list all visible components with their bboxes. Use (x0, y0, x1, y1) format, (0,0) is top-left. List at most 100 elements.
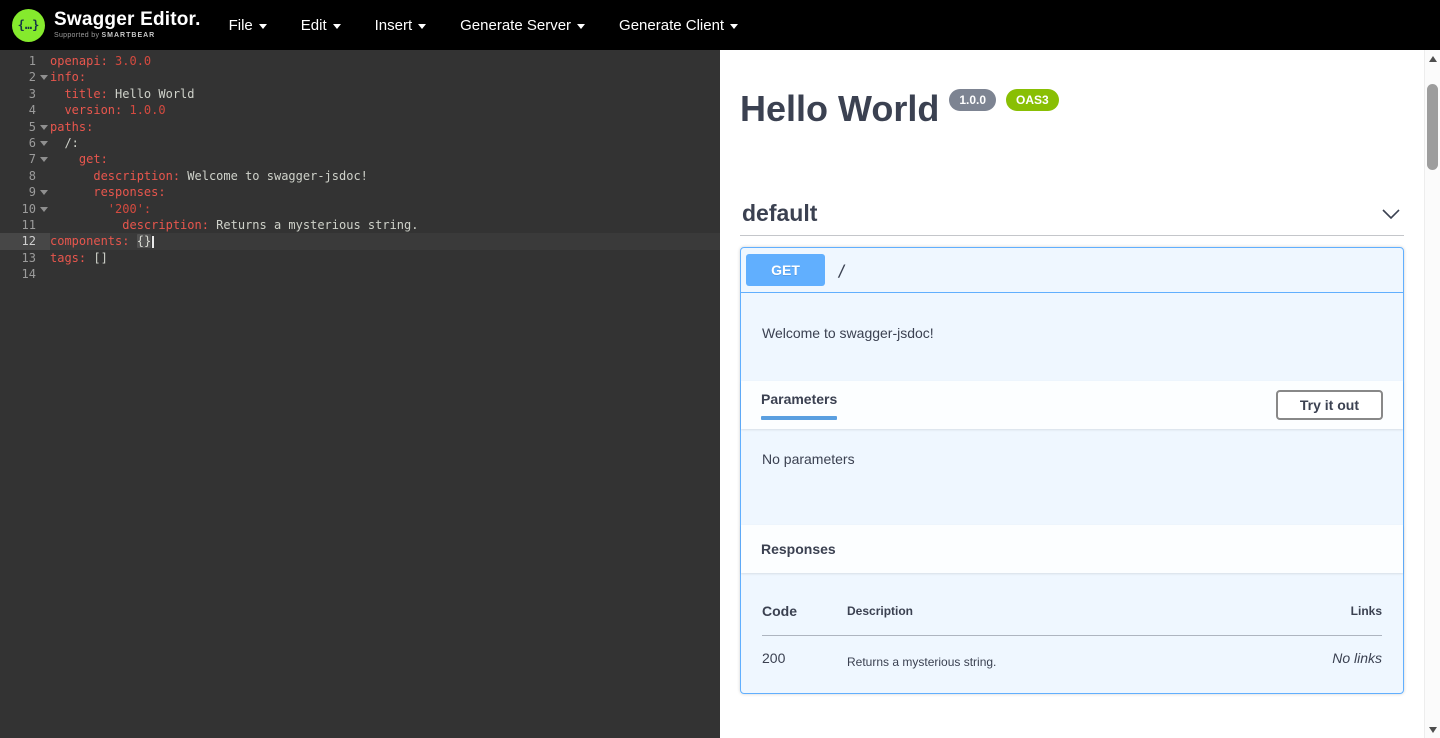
opblock-summary[interactable]: GET / (741, 248, 1403, 293)
line-number: 13 (0, 250, 50, 266)
code-text: openapi: 3.0.0 (50, 53, 151, 69)
line-number: 12 (0, 233, 50, 249)
code-text: components: {} (50, 233, 154, 249)
triangle-up-icon (1429, 56, 1437, 62)
editor-line-13[interactable]: 13tags: [] (0, 250, 720, 266)
parameters-section-header: Parameters Try it out (741, 381, 1403, 429)
responses-body: Code Description Links 200Returns a myst… (741, 573, 1403, 693)
caret-down-icon (418, 24, 426, 29)
responses-header-description: Description (847, 593, 1262, 636)
yaml-editor[interactable]: 1openapi: 3.0.02info:3 title: Hello Worl… (0, 50, 720, 738)
line-number: 14 (0, 266, 50, 282)
editor-line-9[interactable]: 9 responses: (0, 184, 720, 200)
line-number: 2 (0, 69, 50, 85)
fold-arrow-icon[interactable] (40, 75, 48, 80)
fold-arrow-icon[interactable] (40, 207, 48, 212)
fold-arrow-icon[interactable] (40, 125, 48, 130)
line-number: 11 (0, 217, 50, 233)
code-text: get: (50, 151, 108, 167)
caret-down-icon (730, 24, 738, 29)
editor-line-12[interactable]: 12components: {} (0, 233, 720, 249)
responses-title: Responses (761, 541, 836, 557)
scrollbar[interactable] (1424, 50, 1440, 738)
brand[interactable]: {…} Swagger Editor. Supported by SMARTBE… (12, 9, 201, 42)
menu-edit[interactable]: Edit (301, 17, 341, 34)
smartbear-label: SMARTBEAR (102, 32, 156, 39)
menu-insert[interactable]: Insert (375, 17, 427, 34)
menu-label: Edit (301, 17, 327, 34)
response-code: 200 (762, 636, 847, 670)
code-text: responses: (50, 184, 166, 200)
version-badge: 1.0.0 (949, 89, 996, 111)
menu-label: Generate Client (619, 17, 724, 34)
line-number: 5 (0, 119, 50, 135)
responses-header-links: Links (1262, 593, 1382, 636)
tag-section-header[interactable]: default (740, 194, 1404, 236)
brand-title: Swagger Editor. (54, 10, 201, 30)
brand-subtitle: Supported by SMARTBEAR (54, 32, 201, 39)
code-text: info: (50, 69, 86, 85)
line-number: 10 (0, 201, 50, 217)
editor-line-5[interactable]: 5paths: (0, 119, 720, 135)
editor-line-2[interactable]: 2info: (0, 69, 720, 85)
try-it-out-button[interactable]: Try it out (1276, 390, 1383, 420)
editor-line-6[interactable]: 6 /: (0, 135, 720, 151)
response-row: 200Returns a mysterious string.No links (762, 636, 1382, 670)
caret-down-icon (259, 24, 267, 29)
responses-section-header: Responses (741, 525, 1403, 573)
text-cursor (152, 236, 154, 248)
menu-generate-server[interactable]: Generate Server (460, 17, 585, 34)
line-number: 9 (0, 184, 50, 200)
fold-arrow-icon[interactable] (40, 190, 48, 195)
opblock-get: GET / Welcome to swagger-jsdoc! Paramete… (740, 247, 1404, 694)
brand-text: Swagger Editor. Supported by SMARTBEAR (54, 10, 201, 39)
code-text: title: Hello World (50, 86, 195, 102)
chevron-down-icon[interactable] (1380, 203, 1402, 225)
operation-path: / (837, 261, 847, 280)
response-description: Returns a mysterious string. (847, 636, 1262, 670)
code-text: /: (50, 135, 79, 151)
menu-label: File (229, 17, 253, 34)
operation-description: Welcome to swagger-jsdoc! (741, 293, 1403, 381)
editor-line-10[interactable]: 10 '200': (0, 201, 720, 217)
editor-line-1[interactable]: 1openapi: 3.0.0 (0, 53, 720, 69)
topbar: {…} Swagger Editor. Supported by SMARTBE… (0, 0, 1440, 50)
code-text: description: Returns a mysterious string… (50, 217, 418, 233)
editor-line-4[interactable]: 4 version: 1.0.0 (0, 102, 720, 118)
code-text: version: 1.0.0 (50, 102, 166, 118)
oas3-badge: OAS3 (1006, 89, 1059, 111)
menu-generate-client[interactable]: Generate Client (619, 17, 738, 34)
code-text: paths: (50, 119, 93, 135)
swagger-ui-panel: Hello World 1.0.0 OAS3 default GET / Wel… (720, 50, 1424, 738)
caret-down-icon (577, 24, 585, 29)
menu-label: Generate Server (460, 17, 571, 34)
responses-table: Code Description Links 200Returns a myst… (762, 593, 1382, 669)
editor-line-11[interactable]: 11 description: Returns a mysterious str… (0, 217, 720, 233)
line-number: 3 (0, 86, 50, 102)
api-title-text: Hello World (740, 88, 939, 130)
api-title: Hello World 1.0.0 OAS3 (740, 88, 1404, 130)
editor-line-8[interactable]: 8 description: Welcome to swagger-jsdoc! (0, 168, 720, 184)
line-number: 6 (0, 135, 50, 151)
line-number: 8 (0, 168, 50, 184)
responses-header-code: Code (762, 593, 847, 636)
tab-parameters[interactable]: Parameters (761, 391, 837, 420)
scroll-down-button[interactable] (1425, 721, 1440, 738)
line-number: 7 (0, 151, 50, 167)
editor-line-7[interactable]: 7 get: (0, 151, 720, 167)
code-text: tags: [] (50, 250, 108, 266)
supported-by-label: Supported by (54, 32, 99, 39)
menu-bar: File Edit Insert Generate Server Generate Cl… (229, 17, 739, 34)
no-parameters-message: No parameters (741, 429, 1403, 525)
menu-file[interactable]: File (229, 17, 267, 34)
fold-arrow-icon[interactable] (40, 141, 48, 146)
scrollbar-thumb[interactable] (1427, 84, 1438, 170)
response-links: No links (1262, 636, 1382, 670)
scroll-up-button[interactable] (1425, 50, 1440, 67)
line-number: 4 (0, 102, 50, 118)
editor-line-14[interactable]: 14 (0, 266, 720, 282)
code-text: '200': (50, 201, 151, 217)
swagger-logo-icon: {…} (12, 9, 45, 42)
fold-arrow-icon[interactable] (40, 157, 48, 162)
editor-line-3[interactable]: 3 title: Hello World (0, 86, 720, 102)
